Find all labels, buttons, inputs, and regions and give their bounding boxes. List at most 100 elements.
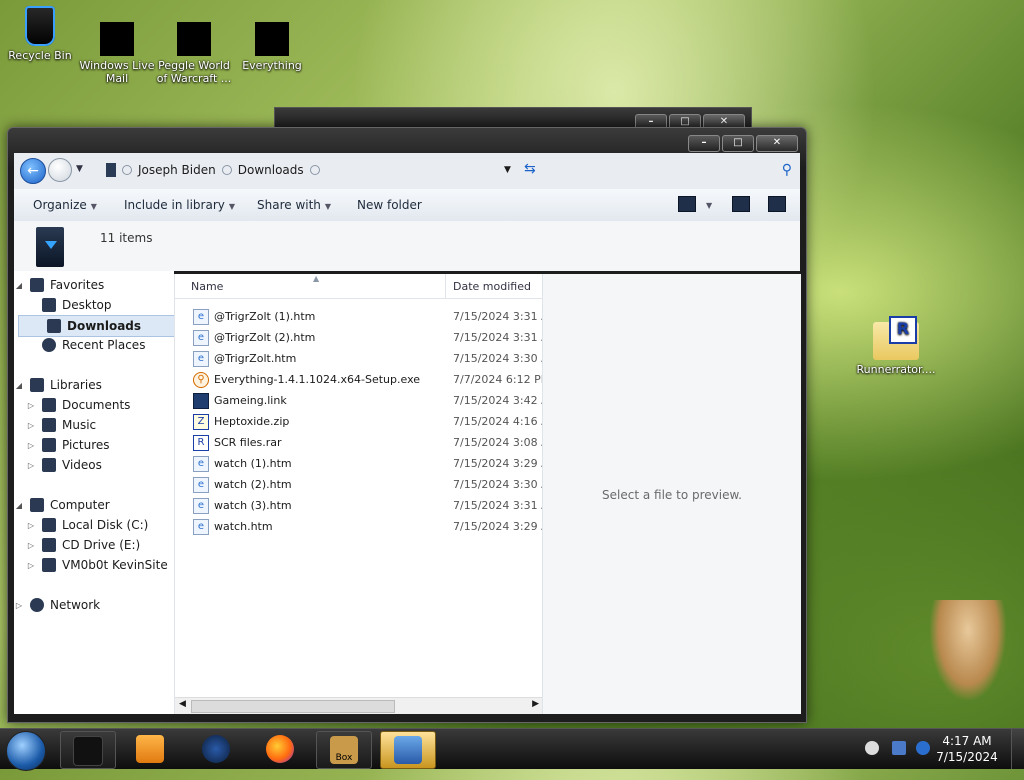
- command-bar: Organize ▼ Include in library ▼ Share with…: [14, 189, 800, 222]
- taskbar-explorer[interactable]: [60, 731, 116, 769]
- desktop-icon-recycle-bin[interactable]: Recycle Bin: [0, 6, 80, 62]
- start-button[interactable]: [6, 731, 46, 771]
- view-options-dropdown[interactable]: ▼: [702, 197, 712, 211]
- recent-pages-dropdown[interactable]: ▼: [76, 164, 83, 174]
- desktop-icon-everything[interactable]: Everything: [232, 22, 312, 72]
- file-date: 7/15/2024 3:31 AM: [453, 499, 543, 512]
- new-folder-label: New folder: [357, 198, 422, 212]
- table-row[interactable]: e watch (2).htm 7/15/2024 3:30 AM: [193, 474, 543, 495]
- change-view-icon[interactable]: [678, 196, 696, 212]
- active-window-icon: [394, 736, 422, 764]
- nav-favorites[interactable]: ◢ Favorites: [14, 275, 104, 295]
- expand-icon[interactable]: ▷: [26, 461, 36, 470]
- collapse-icon[interactable]: ◢: [14, 381, 24, 390]
- volume-tray-icon[interactable]: [916, 741, 930, 755]
- desktop-icon-runnerrator[interactable]: R Runnerrator....: [856, 316, 936, 376]
- new-folder-button[interactable]: New folder: [357, 198, 422, 212]
- taskbar-world[interactable]: [189, 731, 243, 767]
- column-date-modified[interactable]: Date modified: [453, 280, 531, 293]
- chevron-down-icon: ▼: [90, 202, 97, 211]
- nav-cd-drive[interactable]: ▷ CD Drive (E:): [14, 535, 140, 555]
- nav-vm-site[interactable]: ▷ VM0b0t KevinSite: [14, 555, 168, 575]
- refresh-icon[interactable]: ⇆: [524, 161, 536, 177]
- close-button[interactable]: ✕: [756, 135, 798, 152]
- nav-pictures[interactable]: ▷ Pictures: [14, 435, 110, 455]
- nav-libraries[interactable]: ◢ Libraries: [14, 375, 102, 395]
- scroll-right-icon[interactable]: ▶: [532, 699, 539, 709]
- nav-music[interactable]: ▷ Music: [14, 415, 96, 435]
- table-row[interactable]: e @TrigrZolt (2).htm 7/15/2024 3:31 AM: [193, 327, 543, 348]
- minimize-button[interactable]: –: [688, 135, 720, 152]
- nav-documents[interactable]: ▷ Documents: [14, 395, 130, 415]
- breadcrumb-separator-icon[interactable]: [221, 165, 232, 175]
- file-date: 7/15/2024 3:30 AM: [453, 478, 543, 491]
- file-list: ▲ Name Date modified e @TrigrZolt (1).htm…: [174, 274, 543, 714]
- organize-button[interactable]: Organize ▼: [33, 198, 97, 212]
- taskbar-media-player[interactable]: [123, 731, 177, 767]
- collapse-icon[interactable]: ◢: [14, 281, 24, 290]
- table-row[interactable]: R SCR files.rar 7/15/2024 3:08 AM: [193, 432, 543, 453]
- share-with-button[interactable]: Share with ▼: [257, 198, 331, 212]
- table-row[interactable]: e @TrigrZolt.htm 7/15/2024 3:30 AM: [193, 348, 543, 369]
- ie-htm-icon: e: [193, 455, 209, 472]
- column-divider[interactable]: [445, 274, 446, 298]
- table-row[interactable]: e @TrigrZolt (1).htm 7/15/2024 3:31 AM: [193, 306, 543, 327]
- taskbar-active-window[interactable]: [380, 731, 436, 769]
- table-row[interactable]: ⚲ Everything-1.4.1.1024.x64-Setup.exe 7/7/…: [193, 369, 543, 390]
- desktop-icon-peggle[interactable]: Peggle World of Warcraft ...: [154, 22, 234, 85]
- breadcrumb[interactable]: Joseph Biden Downloads: [106, 163, 320, 177]
- include-in-library-button[interactable]: Include in library ▼: [124, 198, 235, 212]
- show-desktop-button[interactable]: [1011, 729, 1024, 769]
- expand-icon[interactable]: ▷: [26, 541, 36, 550]
- nav-local-disk[interactable]: ▷ Local Disk (C:): [14, 515, 148, 535]
- search-icon[interactable]: ⚲: [782, 162, 792, 178]
- search-input[interactable]: ⚲: [558, 158, 796, 182]
- nav-label: Libraries: [50, 378, 102, 392]
- expand-icon[interactable]: ▷: [26, 421, 36, 430]
- file-name: watch (3).htm: [214, 499, 292, 512]
- nav-computer[interactable]: ◢ Computer: [14, 495, 110, 515]
- breadcrumb-separator-icon[interactable]: [122, 165, 132, 175]
- breadcrumb-item-user[interactable]: Joseph Biden: [138, 163, 216, 177]
- back-button[interactable]: ←: [20, 158, 46, 184]
- table-row[interactable]: e watch (1).htm 7/15/2024 3:29 AM: [193, 453, 543, 474]
- nav-desktop[interactable]: Desktop: [14, 295, 112, 315]
- world-icon: [202, 735, 230, 763]
- show-hidden-icons-icon[interactable]: [865, 741, 879, 755]
- table-row[interactable]: Gameing.link 7/15/2024 3:42 AM: [193, 390, 543, 411]
- nav-downloads[interactable]: Downloads: [18, 315, 176, 337]
- clock[interactable]: 4:17 AM 7/15/2024: [932, 733, 1002, 765]
- taskbar-box[interactable]: Box: [316, 731, 372, 769]
- network-tray-icon[interactable]: [892, 741, 906, 755]
- scroll-left-icon[interactable]: ◀: [179, 699, 186, 709]
- column-name[interactable]: Name: [191, 280, 223, 293]
- desktop-icon-windows-live-mail[interactable]: Windows Live Mail: [77, 22, 157, 85]
- expand-icon[interactable]: ▷: [26, 401, 36, 410]
- nav-recent-places[interactable]: Recent Places: [14, 335, 145, 355]
- expand-icon[interactable]: ▷: [26, 521, 36, 530]
- expand-icon[interactable]: ▷: [26, 441, 36, 450]
- maximize-button[interactable]: □: [722, 135, 754, 152]
- clock-date: 7/15/2024: [936, 750, 998, 764]
- table-row[interactable]: e watch (3).htm 7/15/2024 3:31 AM: [193, 495, 543, 516]
- ie-htm-icon: e: [193, 329, 209, 346]
- breadcrumb-item-downloads[interactable]: Downloads: [238, 163, 304, 177]
- horizontal-scrollbar[interactable]: ◀ ▶: [175, 697, 543, 714]
- include-in-library-label: Include in library: [124, 198, 225, 212]
- nav-network[interactable]: ▷ Network: [14, 595, 100, 615]
- address-dropdown-icon[interactable]: ▼: [504, 165, 511, 175]
- help-icon[interactable]: [768, 196, 786, 212]
- file-date: 7/15/2024 3:31 AM: [453, 331, 543, 344]
- preview-pane-icon[interactable]: [732, 196, 750, 212]
- taskbar-firefox[interactable]: [253, 731, 307, 767]
- table-row[interactable]: Z Heptoxide.zip 7/15/2024 4:16 AM: [193, 411, 543, 432]
- scrollbar-thumb[interactable]: [191, 700, 395, 713]
- forward-button[interactable]: [48, 158, 72, 182]
- table-row[interactable]: e watch.htm 7/15/2024 3:29 AM: [193, 516, 543, 537]
- nav-videos[interactable]: ▷ Videos: [14, 455, 102, 475]
- breadcrumb-separator-icon[interactable]: [309, 165, 320, 175]
- collapse-icon[interactable]: ◢: [14, 501, 24, 510]
- expand-icon[interactable]: ▷: [14, 601, 24, 610]
- ie-htm-icon: e: [193, 350, 209, 367]
- expand-icon[interactable]: ▷: [26, 561, 36, 570]
